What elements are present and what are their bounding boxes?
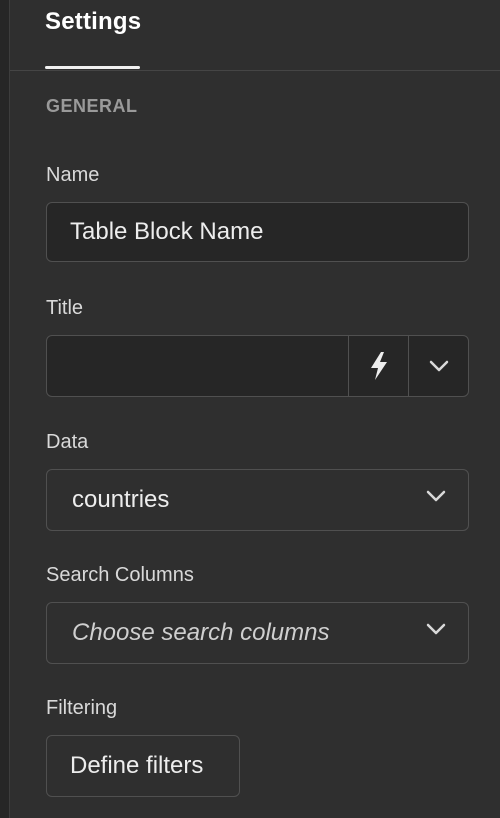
define-filters-button[interactable]: Define filters — [46, 735, 240, 797]
title-field — [46, 335, 469, 397]
chevron-down-icon — [426, 490, 446, 502]
name-input[interactable]: Table Block Name — [46, 202, 469, 262]
name-input-value: Table Block Name — [70, 218, 264, 245]
lightning-bolt-icon — [370, 352, 387, 380]
bind-dynamic-button[interactable] — [349, 336, 409, 396]
filtering-label: Filtering — [46, 697, 118, 719]
tab-active-indicator — [45, 66, 140, 69]
title-input[interactable] — [47, 336, 349, 396]
search-columns-select[interactable]: Choose search columns — [46, 602, 469, 664]
data-label: Data — [46, 431, 89, 453]
section-title-general: GENERAL — [46, 96, 138, 116]
tab-settings-label: Settings — [45, 8, 142, 35]
settings-header: Settings — [10, 0, 500, 71]
chevron-down-icon — [426, 623, 446, 635]
name-label: Name — [46, 164, 100, 186]
search-columns-label: Search Columns — [46, 564, 194, 586]
search-columns-placeholder: Choose search columns — [72, 619, 330, 646]
title-options-button[interactable] — [409, 336, 468, 396]
chevron-down-icon — [429, 360, 448, 372]
data-select[interactable]: countries — [46, 469, 469, 531]
define-filters-label: Define filters — [70, 752, 204, 779]
tab-settings[interactable]: Settings — [45, 0, 142, 70]
data-select-value: countries — [72, 486, 170, 513]
title-label: Title — [46, 297, 84, 319]
left-panel-border — [0, 0, 10, 818]
